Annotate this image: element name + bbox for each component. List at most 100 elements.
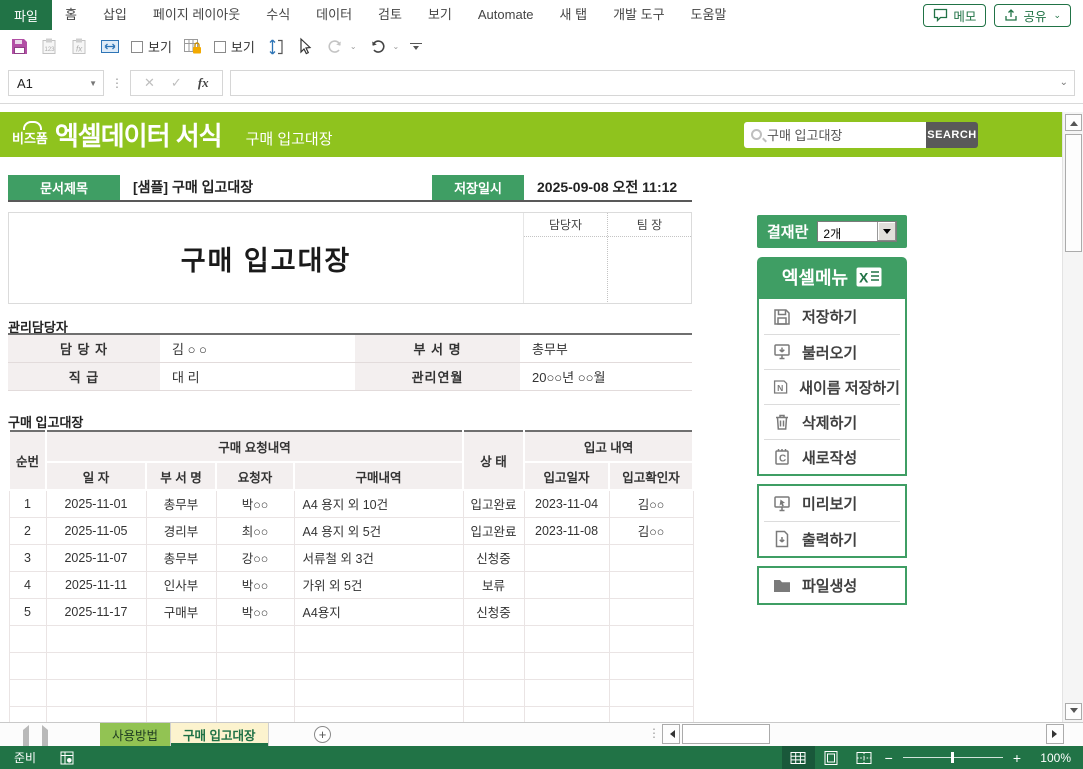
scrollbar-resize-handle[interactable]: ⋮	[648, 726, 660, 740]
cell-no[interactable]: 1	[9, 490, 46, 517]
cell-items[interactable]: A4용지	[294, 598, 463, 625]
share-dropdown-icon[interactable]: ⌄	[1053, 10, 1061, 21]
page-break-view-button[interactable]	[848, 746, 881, 769]
cell-receive-date[interactable]	[524, 679, 609, 706]
undo-button[interactable]: ⌄	[368, 37, 400, 56]
cell-items[interactable]	[294, 679, 463, 706]
cell-status[interactable]	[463, 652, 524, 679]
cell-date[interactable]	[46, 652, 146, 679]
tab-automate[interactable]: Automate	[465, 0, 547, 30]
tab-page-layout[interactable]: 페이지 레이아웃	[140, 0, 253, 30]
file-create-menu-item[interactable]: 파일생성	[764, 568, 900, 603]
save-as-menu-item[interactable]: N 새이름 저장하기	[764, 369, 900, 404]
sign-cell-team-lead[interactable]	[608, 237, 691, 302]
view-checkbox-1[interactable]: 보기	[131, 37, 172, 56]
cell-no[interactable]	[9, 625, 46, 652]
name-box-dropdown-icon[interactable]: ▼	[89, 79, 97, 88]
horizontal-scrollbar-thumb[interactable]	[682, 724, 770, 744]
tab-new-tab[interactable]: 새 탭	[547, 0, 601, 30]
cell-no[interactable]: 5	[9, 598, 46, 625]
new-document-menu-item[interactable]: C 새로작성	[764, 439, 900, 474]
cell-receive-checker[interactable]	[609, 652, 693, 679]
redo-button[interactable]: ⌄	[325, 37, 357, 56]
cell-receive-date[interactable]	[524, 652, 609, 679]
cell-items[interactable]: A4 용지 외 10건	[294, 490, 463, 517]
redo-dropdown-icon[interactable]: ⌄	[350, 42, 357, 51]
cell-status[interactable]: 입고완료	[463, 490, 524, 517]
sheet-tab-purchase-ledger[interactable]: 구매 입고대장	[171, 723, 268, 746]
search-button[interactable]: SEARCH	[926, 122, 978, 148]
name-box[interactable]: A1 ▼	[8, 70, 104, 96]
cell-date[interactable]	[46, 625, 146, 652]
cell-dept[interactable]	[146, 679, 216, 706]
cell-dept[interactable]: 구매부	[146, 598, 216, 625]
cell-no[interactable]: 3	[9, 544, 46, 571]
cell-date[interactable]: 2025-11-17	[46, 598, 146, 625]
scroll-right-button[interactable]	[1046, 724, 1064, 744]
cell-items[interactable]	[294, 652, 463, 679]
tab-formulas[interactable]: 수식	[253, 0, 303, 30]
formula-input[interactable]: ⌄	[230, 70, 1075, 96]
cell-requester[interactable]	[216, 652, 294, 679]
cell-date[interactable]: 2025-11-05	[46, 517, 146, 544]
cell-dept[interactable]	[146, 625, 216, 652]
cell-receive-checker[interactable]	[609, 598, 693, 625]
delete-menu-item[interactable]: 삭제하기	[764, 404, 900, 439]
tab-developer[interactable]: 개발 도구	[600, 0, 677, 30]
cell-date[interactable]: 2025-11-01	[46, 490, 146, 517]
print-menu-item[interactable]: 출력하기	[764, 521, 900, 556]
tab-home[interactable]: 홈	[52, 0, 90, 30]
cell-requester[interactable]	[216, 679, 294, 706]
position-value[interactable]: 대 리	[160, 362, 355, 390]
approval-count-select[interactable]: 2개	[817, 221, 897, 242]
cell-no[interactable]	[9, 679, 46, 706]
column-width-button[interactable]	[100, 37, 120, 56]
cell-receive-date[interactable]	[524, 625, 609, 652]
paste-values-button[interactable]: 123	[40, 37, 59, 56]
zoom-slider[interactable]	[903, 757, 1003, 758]
cell-no[interactable]	[9, 652, 46, 679]
cell-status[interactable]	[463, 679, 524, 706]
cell-requester[interactable]: 강○○	[216, 544, 294, 571]
cell-items[interactable]: A4 용지 외 5건	[294, 517, 463, 544]
paste-formulas-button[interactable]: fx	[70, 37, 89, 56]
scroll-up-button[interactable]	[1065, 114, 1082, 131]
view-checkbox-2[interactable]: 보기	[214, 37, 255, 56]
manager-name-value[interactable]: 김 ○ ○	[160, 334, 355, 362]
cell-dept[interactable]	[146, 652, 216, 679]
page-layout-view-button[interactable]	[815, 746, 848, 769]
dept-name-value[interactable]: 총무부	[520, 334, 692, 362]
combo-dropdown-button[interactable]	[877, 222, 896, 241]
tab-help[interactable]: 도움말	[678, 0, 740, 30]
cell-status[interactable]: 입고완료	[463, 517, 524, 544]
cell-status[interactable]: 신청중	[463, 544, 524, 571]
cell-date[interactable]: 2025-11-07	[46, 544, 146, 571]
cell-items[interactable]	[294, 625, 463, 652]
manage-month-value[interactable]: 20○○년 ○○월	[520, 362, 692, 390]
share-button[interactable]: 공유 ⌄	[994, 4, 1071, 27]
cell-receive-date[interactable]: 2023-11-04	[524, 490, 609, 517]
cell-receive-date[interactable]	[524, 598, 609, 625]
sheet-tab-usage[interactable]: 사용방법	[100, 723, 171, 746]
cell-receive-checker[interactable]	[609, 544, 693, 571]
undo-dropdown-icon[interactable]: ⌄	[393, 42, 400, 51]
tab-view[interactable]: 보기	[415, 0, 465, 30]
save-button[interactable]	[10, 37, 29, 56]
formula-bar-expand-icon[interactable]: ⌄	[1060, 77, 1068, 88]
cell-dept[interactable]: 경리부	[146, 517, 216, 544]
checkbox-icon[interactable]	[131, 41, 143, 53]
comments-button[interactable]: 메모	[923, 4, 986, 27]
cell-items[interactable]: 서류철 외 3건	[294, 544, 463, 571]
checkbox-icon[interactable]	[214, 41, 226, 53]
cell-requester[interactable]: 박○○	[216, 598, 294, 625]
vertical-scrollbar[interactable]	[1062, 112, 1083, 722]
cell-receive-date[interactable]	[524, 544, 609, 571]
tab-data[interactable]: 데이터	[303, 0, 365, 30]
sign-cell-manager[interactable]	[524, 237, 608, 302]
enter-icon[interactable]: ✓	[171, 75, 182, 91]
save-menu-item[interactable]: 저장하기	[764, 299, 900, 334]
normal-view-button[interactable]	[782, 746, 815, 769]
search-input[interactable]	[767, 127, 907, 142]
cell-status[interactable]: 보류	[463, 571, 524, 598]
cell-receive-date[interactable]	[524, 571, 609, 598]
